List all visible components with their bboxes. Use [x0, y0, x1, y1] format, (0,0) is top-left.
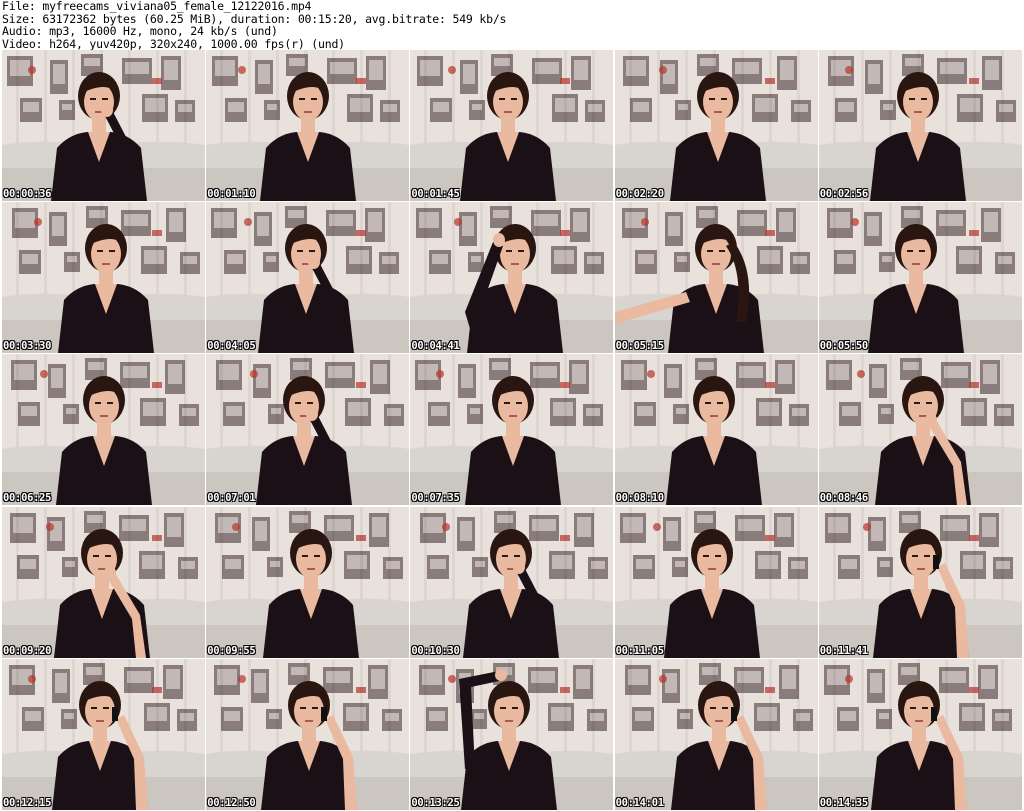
frame-timestamp: 00:09:55 [207, 644, 256, 657]
thumbnail-frame: 00:01:45 [410, 50, 614, 201]
video-frame-image [2, 50, 205, 201]
thumbnail-frame: 00:02:20 [614, 50, 818, 201]
frame-timestamp: 00:11:41 [819, 644, 868, 657]
frame-timestamp: 00:13:25 [411, 796, 460, 809]
frame-timestamp: 00:03:30 [3, 340, 52, 353]
thumbnail-grid: 00:00:36 00:01:10 00:01:45 00:02:20 00:02:56… [2, 50, 1022, 810]
video-frame-image [818, 202, 1022, 354]
thumbnail-frame: 00:11:05 [614, 506, 818, 658]
video-frame-image [614, 658, 818, 810]
frame-timestamp: 00:12:50 [207, 796, 256, 809]
thumbnail-frame: 00:13:25 [410, 658, 614, 810]
thumbnail-frame: 00:08:10 [614, 354, 818, 506]
video-frame-image [410, 658, 614, 810]
frame-timestamp: 00:07:01 [207, 492, 256, 505]
frame-timestamp: 00:02:56 [819, 188, 868, 200]
frame-timestamp: 00:14:35 [819, 796, 868, 809]
frame-timestamp: 00:04:05 [207, 340, 256, 353]
video-frame-image [410, 506, 614, 658]
thumbnail-frame: 00:02:56 [818, 50, 1022, 201]
video-frame-image [818, 506, 1022, 658]
video-frame-image [410, 50, 614, 201]
video-frame-image [818, 50, 1022, 201]
thumbnail-frame: 00:11:41 [818, 506, 1022, 658]
thumbnail-frame: 00:09:20 [2, 506, 205, 658]
video-frame-image [410, 202, 614, 354]
frame-timestamp: 00:11:05 [615, 644, 664, 657]
video-info-header: File: myfreecams_viviana05_female_121220… [2, 0, 1022, 50]
video-frame-image [614, 354, 818, 506]
thumbnail-frame: 00:09:55 [206, 506, 410, 658]
video-frame-image [206, 50, 410, 201]
thumbnail-frame: 00:14:35 [818, 658, 1022, 810]
frame-timestamp: 00:06:25 [3, 492, 52, 505]
frame-timestamp: 00:00:36 [3, 188, 52, 200]
thumbnail-frame: 00:10:30 [410, 506, 614, 658]
video-frame-image [410, 354, 614, 506]
video-frame-image [2, 506, 205, 658]
frame-timestamp: 00:07:35 [411, 492, 460, 505]
thumbnail-frame: 00:05:15 [614, 202, 818, 354]
video-frame-image [818, 354, 1022, 506]
frame-timestamp: 00:02:20 [615, 188, 664, 200]
video-frame-image [2, 202, 205, 354]
thumbnail-frame: 00:12:15 [2, 658, 205, 810]
thumbnail-frame: 00:00:36 [2, 50, 205, 201]
frame-timestamp: 00:05:50 [819, 340, 868, 353]
thumbnail-frame: 00:14:01 [614, 658, 818, 810]
thumbnail-frame: 00:01:10 [206, 50, 410, 201]
video-info-line: Video: h264, yuv420p, 320x240, 1000.00 f… [2, 36, 345, 51]
video-frame-image [206, 354, 410, 506]
frame-timestamp: 00:08:46 [819, 492, 868, 505]
thumbnail-frame: 00:08:46 [818, 354, 1022, 506]
file-name-line: File: myfreecams_viviana05_female_121220… [2, 0, 312, 13]
video-frame-image [206, 658, 410, 810]
video-frame-image [2, 658, 205, 810]
video-frame-image [614, 202, 818, 354]
thumbnail-frame: 00:07:01 [206, 354, 410, 506]
video-frame-image [614, 506, 818, 658]
thumbnail-frame: 00:06:25 [2, 354, 205, 506]
thumbnail-frame: 00:04:41 [410, 202, 614, 354]
frame-timestamp: 00:01:10 [207, 188, 256, 200]
video-frame-image [818, 658, 1022, 810]
frame-timestamp: 00:05:15 [615, 340, 664, 353]
thumbnail-frame: 00:07:35 [410, 354, 614, 506]
frame-timestamp: 00:04:41 [411, 340, 460, 353]
video-frame-image [206, 506, 410, 658]
frame-timestamp: 00:14:01 [615, 796, 664, 809]
frame-timestamp: 00:12:15 [3, 796, 52, 809]
video-frame-image [614, 50, 818, 201]
thumbnail-frame: 00:12:50 [206, 658, 410, 810]
frame-timestamp: 00:09:20 [3, 644, 52, 657]
frame-timestamp: 00:10:30 [411, 644, 460, 657]
video-frame-image [2, 354, 205, 506]
frame-timestamp: 00:01:45 [411, 188, 460, 200]
thumbnail-frame: 00:03:30 [2, 202, 205, 354]
frame-timestamp: 00:08:10 [615, 492, 664, 505]
thumbnail-frame: 00:04:05 [206, 202, 410, 354]
video-frame-image [206, 202, 410, 354]
thumbnail-frame: 00:05:50 [818, 202, 1022, 354]
audio-info-line: Audio: mp3, 16000 Hz, mono, 24 kb/s (und… [2, 24, 278, 38]
